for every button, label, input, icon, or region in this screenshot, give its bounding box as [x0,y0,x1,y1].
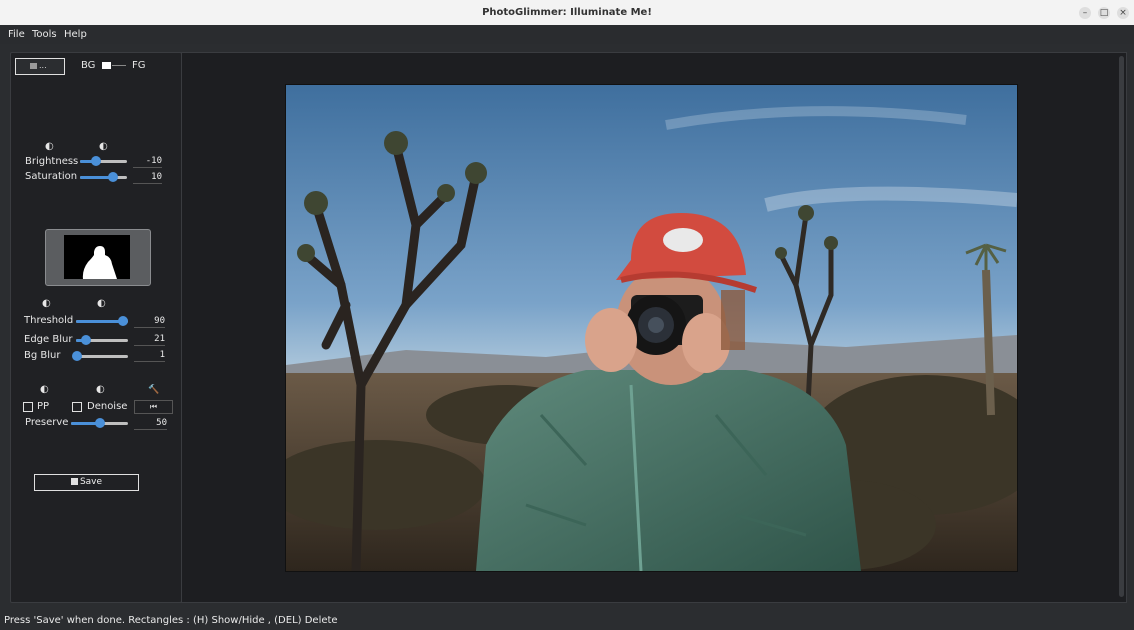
pp-checkbox[interactable] [23,402,33,412]
menu-bar [0,25,1134,44]
window-title: PhotoGlimmer: Illuminate Me! [482,7,652,18]
threshold-label: Threshold [24,315,74,326]
color-swatch-icon [30,63,37,69]
bg-fg-toggle-knob[interactable] [102,62,111,69]
pp-label: PP [37,401,50,412]
contrast-icon: ◐ [42,298,51,309]
hammer-icon: 🔨 [148,385,160,395]
denoise-label: Denoise [87,401,128,412]
bg-blur-slider-track[interactable] [76,355,128,358]
contrast-icon: ◐ [96,384,105,395]
close-button[interactable]: × [1117,7,1129,19]
saturation-value[interactable]: 10 [133,171,162,184]
bg-blur-slider-handle[interactable] [72,351,82,361]
threshold-slider-fill [76,320,123,323]
minimize-button[interactable]: – [1079,7,1091,19]
menu-help[interactable]: Help [64,25,87,44]
threshold-slider-handle[interactable] [118,316,128,326]
maximize-button[interactable]: □ [1098,7,1110,19]
brightness-value[interactable]: -10 [133,155,162,168]
save-button[interactable]: Save [34,474,139,491]
denoise-reset-button[interactable]: ⏮ [134,400,173,414]
preserve-label: Preserve [25,417,69,428]
save-label: Save [79,477,103,487]
vertical-scrollbar[interactable] [1119,56,1124,597]
edge-blur-slider-handle[interactable] [81,335,91,345]
fg-label: FG [132,60,146,71]
saturation-slider-handle[interactable] [108,172,118,182]
floppy-icon [70,478,78,485]
saturation-label: Saturation [25,171,78,182]
bg-fg-toggle-track[interactable] [112,65,126,66]
contrast-icon: ◐ [99,141,108,152]
contrast-icon: ◐ [45,141,54,152]
denoise-checkbox[interactable] [72,402,82,412]
preserve-value[interactable]: 50 [134,417,167,430]
contrast-icon: ◐ [40,384,49,395]
photo-canvas[interactable] [285,84,1018,572]
status-message: Press 'Save' when done. Rectangles : (H)… [4,615,338,626]
contrast-icon: ◐ [97,298,106,309]
bg-blur-label: Bg Blur [24,350,61,361]
edge-blur-value[interactable]: 21 [134,333,165,346]
menu-file[interactable]: File [8,25,25,44]
brightness-slider-handle[interactable] [91,156,101,166]
menu-tools[interactable]: Tools [32,25,57,44]
person-silhouette-icon [82,246,117,279]
brightness-label: Brightness [25,156,79,167]
bg-blur-value[interactable]: 1 [134,349,165,362]
photo-image [286,85,1017,571]
color-picker-label: ... [39,61,47,70]
threshold-value[interactable]: 90 [134,315,165,328]
edge-blur-label: Edge Blur [24,334,73,345]
preserve-slider-handle[interactable] [95,418,105,428]
bg-label: BG [81,60,96,71]
